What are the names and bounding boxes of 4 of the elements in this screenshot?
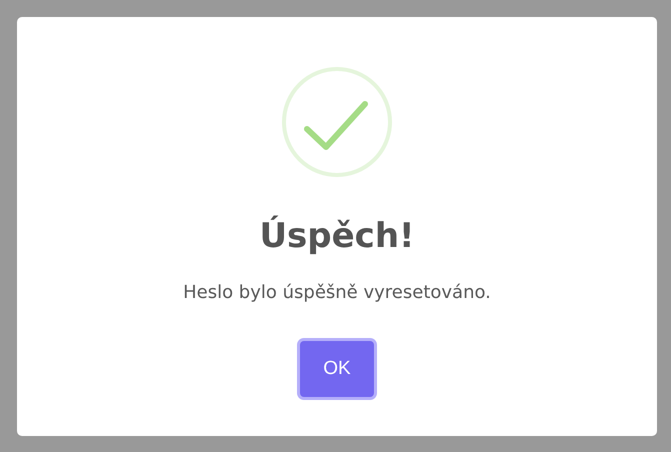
dialog-message: Heslo bylo úspěšně vyresetováno. — [183, 281, 491, 305]
dialog-title: Úspěch! — [259, 216, 415, 256]
check-circle-icon — [281, 66, 393, 178]
ok-button[interactable]: OK — [300, 341, 374, 397]
